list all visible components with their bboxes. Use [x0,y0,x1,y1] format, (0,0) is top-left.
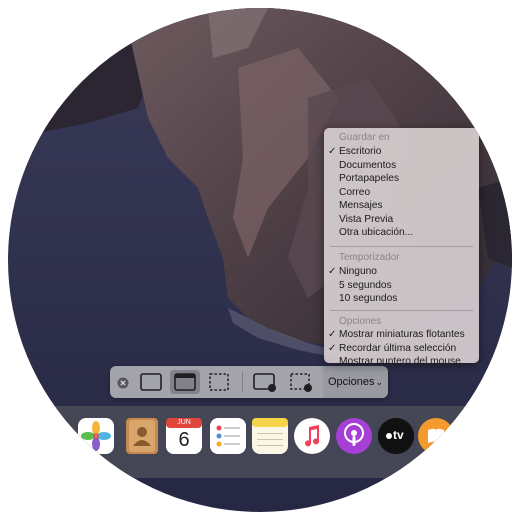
screenshot-toolbar: Opciones⌄ [110,366,388,398]
dock-podcasts[interactable] [336,418,372,454]
capture-entire-screen-button[interactable] [136,370,166,394]
menu-item-label: Escritorio [339,146,382,157]
record-selection-icon [290,373,312,392]
menu-item-correo[interactable]: Correo [339,187,370,198]
checkmark-icon: ✓ [328,266,337,277]
menu-item-mostrar-miniaturas[interactable]: Mostrar miniaturas flotantes [339,329,465,340]
menu-item-10-segundos[interactable]: 10 segundos [339,293,397,304]
menu-item-label: Vista Previa [339,213,394,225]
menu-item-mensajes[interactable]: Mensajes [339,200,383,211]
chevron-down-icon: ⌄ [375,377,384,387]
menu-item-5-segundos[interactable]: 5 segundos [339,280,392,291]
dock-notes[interactable] [252,418,288,454]
screen-circle-crop: Opciones⌄ Guardar en Escritorio ✓ Docume… [8,8,512,512]
checkmark-icon: ✓ [328,342,337,354]
dock-apple-tv[interactable]: tv [378,418,414,454]
toolbar-divider [242,372,243,392]
menu-header-save-to: Guardar en [339,132,390,143]
dock-photos[interactable] [78,418,114,454]
dock-music[interactable] [294,418,330,454]
reminders-icon [210,418,246,454]
menu-item-recordar-seleccion[interactable]: Recordar última selección [339,343,456,354]
record-entire-screen-icon [253,373,276,392]
menu-item-label: Recordar última selección [339,342,457,354]
menu-item-label: Portapapeles [339,173,400,184]
menu-item-label: Otra ubicación... [339,227,414,238]
capture-window-button[interactable] [170,370,200,394]
music-icon [294,418,330,454]
menu-item-escritorio[interactable]: Escritorio [339,146,381,157]
calendar-day: 6 [178,429,190,451]
capture-window-icon [174,373,196,391]
capture-selection-button[interactable] [204,370,234,394]
dock-contacts[interactable] [124,418,160,454]
options-dropdown-menu: Guardar en Escritorio ✓ Documentos Porta… [324,128,479,367]
menu-item-label: Documentos [339,159,397,171]
record-entire-screen-button[interactable] [250,370,280,394]
dock-reminders[interactable] [210,418,246,454]
notes-icon [252,418,288,454]
menu-item-ninguno[interactable]: Ninguno [339,266,377,277]
menu-header-options: Opciones [339,316,382,327]
menu-item-label: Mensajes [339,200,383,211]
checkmark-icon: ✓ [328,146,337,157]
options-menu-button[interactable]: Opciones⌄ [323,366,388,398]
record-selection-button[interactable] [286,370,316,394]
menu-item-vista-previa[interactable]: Vista Previa [339,214,393,225]
dock: JUN 6 tv [8,406,512,478]
apple-tv-label: tv [393,428,404,442]
dock-books[interactable] [418,418,454,454]
menu-item-mostrar-puntero[interactable]: Mostrar puntero del mouse [339,356,461,367]
menu-header-timer: Temporizador [339,252,400,263]
capture-selection-icon [209,373,229,391]
menu-item-label: Correo [339,186,371,198]
checkmark-icon: ✓ [328,329,337,340]
contacts-icon [126,418,158,454]
menu-separator [330,310,473,311]
menu-item-label: Mostrar miniaturas flotantes [339,329,465,340]
menu-item-label: 5 segundos [339,279,392,291]
menu-item-otra-ubicacion[interactable]: Otra ubicación... [339,227,413,238]
calendar-month: JUN [177,419,191,426]
podcasts-icon [336,418,372,454]
books-icon [418,418,454,454]
options-label: Opciones [327,376,375,388]
menu-item-label: 10 segundos [339,293,398,304]
menu-separator [330,246,473,247]
menu-item-documentos[interactable]: Documentos [339,160,396,171]
menu-item-label: Ninguno [339,266,377,277]
menu-item-portapapeles[interactable]: Portapapeles [339,173,399,184]
photos-icon [78,418,114,454]
capture-entire-screen-icon [140,373,162,391]
dock-calendar[interactable]: JUN 6 [166,418,202,454]
close-icon [117,377,129,389]
close-button[interactable] [117,376,129,389]
menu-item-label: Mostrar puntero del mouse [339,356,461,367]
